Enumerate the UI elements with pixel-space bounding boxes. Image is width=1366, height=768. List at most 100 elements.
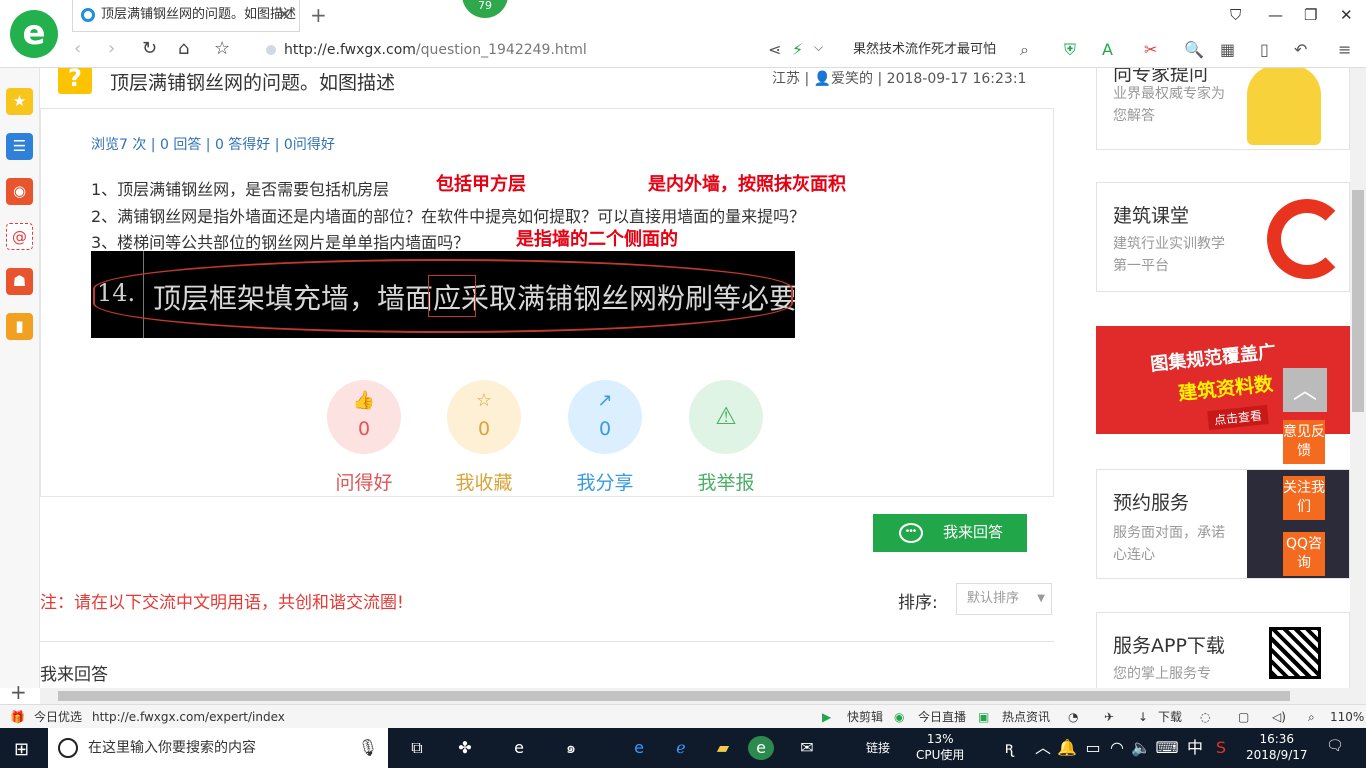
volume-icon[interactable]: 🔈 [1128, 736, 1154, 760]
undo-icon[interactable]: ↶ [1294, 40, 1307, 59]
back-to-top-button[interactable]: ︿ [1283, 368, 1327, 412]
quick-clip[interactable]: 快剪辑 [847, 705, 883, 729]
bookmark-star-icon[interactable]: ☆ [214, 38, 230, 59]
scroll-thumb[interactable] [58, 691, 1290, 701]
windows-start-icon[interactable]: ⊞ [14, 739, 29, 760]
share-icon[interactable]: ⋖ [768, 40, 781, 59]
restore-icon[interactable]: ❐ [1304, 6, 1317, 24]
divider [40, 641, 1054, 642]
back-icon[interactable]: ‹ [74, 38, 81, 59]
scroll-thumb[interactable] [1352, 190, 1364, 412]
taskbar-search[interactable]: 在这里输入你要搜索的内容 🎙 [48, 728, 388, 768]
download-icon[interactable]: ↓ [1138, 705, 1148, 729]
favorite-action[interactable]: ☆ 0 我收藏 [446, 380, 522, 495]
mail-icon[interactable]: ✉ [794, 736, 820, 760]
scissors-icon[interactable]: ✂ [1144, 40, 1157, 59]
menu-icon[interactable]: ≡ [1338, 40, 1351, 59]
like-action[interactable]: 👍 0 问得好 [326, 380, 402, 495]
speed-icon[interactable]: ◔ [1068, 705, 1078, 729]
reader-icon[interactable]: ▯ [1260, 40, 1269, 59]
internet-explorer-icon[interactable]: ℯ [668, 736, 694, 760]
translate-icon[interactable]: A [1102, 40, 1113, 59]
site-info-icon[interactable] [266, 45, 276, 55]
notes-icon[interactable]: ▮ [6, 313, 33, 340]
tray-expand-icon[interactable]: ︿ [1030, 736, 1056, 760]
game-icon[interactable]: ☗ [6, 268, 33, 295]
search-icon[interactable]: ⌕ [1020, 40, 1029, 60]
share-count: 0 [598, 418, 612, 440]
ask-expert-card[interactable]: 向专家提问 业界最权威专家为您解答 [1096, 68, 1350, 150]
building-class-card[interactable]: 建筑课堂 建筑行业实训教学第一平台 [1096, 182, 1350, 292]
report-action[interactable]: ⚠ 我举报 [688, 380, 764, 495]
browser-logo-icon[interactable]: e [10, 10, 58, 58]
app-download-card[interactable]: 服务APP下载 您的掌上服务专 [1096, 612, 1350, 688]
download-label[interactable]: 下载 [1158, 705, 1182, 729]
new-tab-icon[interactable]: + [310, 3, 327, 27]
browser-360-icon[interactable]: e [748, 736, 774, 760]
edge-icon[interactable]: e [626, 736, 652, 760]
share-action[interactable]: ↗ 0 我分享 [567, 380, 643, 495]
cpu-usage[interactable]: 13% CPU使用 [916, 731, 964, 763]
browser-tab[interactable]: 顶层满铺钢丝网的问题。如图描述 ✕ [72, 0, 300, 32]
notification-bell-icon[interactable]: 🔔 [1054, 736, 1080, 760]
appointment-title: 预约服务 [1113, 492, 1190, 514]
hot-news[interactable]: 热点资讯 [1002, 705, 1050, 729]
news-ticker[interactable]: 果然技术流作死才最可怕 [853, 38, 996, 62]
sound-icon[interactable]: ◁) [1272, 705, 1286, 729]
refresh-icon[interactable]: ↻ [142, 38, 157, 59]
address-bar[interactable]: http://e.fwxgx.com/question_1942249.html [262, 38, 762, 62]
people-icon[interactable]: ꭆ [996, 736, 1022, 760]
task-view-icon[interactable]: ⧉ [404, 736, 430, 760]
pin-icon[interactable]: ✈ [1104, 705, 1114, 729]
lightning-icon[interactable]: ⚡ [792, 40, 803, 59]
banner-link[interactable]: 点击查看 [1207, 404, 1269, 431]
star-icon: ☆ [475, 390, 493, 411]
follow-us-button[interactable]: 关注我们 [1283, 476, 1325, 520]
zoom-level[interactable]: 110% [1330, 705, 1364, 729]
notification-badge[interactable]: 79 [462, 0, 508, 18]
history-icon[interactable]: ◌ [1200, 705, 1210, 729]
chevron-down-icon[interactable]: ⌵ [814, 40, 823, 55]
cpu-label: CPU使用 [916, 748, 965, 762]
zoom-icon[interactable]: ⌕ [1308, 705, 1315, 729]
answer-button[interactable]: ••• 我来回答 [873, 514, 1027, 552]
shirt-icon[interactable]: ⛉ [1230, 6, 1241, 24]
clock-date: 2018/9/17 [1246, 748, 1308, 762]
list-icon[interactable]: ☰ [6, 133, 33, 160]
system-clock[interactable]: 16:36 2018/9/17 [1246, 731, 1308, 763]
magnifier-icon[interactable]: 🔍 [1184, 40, 1204, 59]
forward-icon[interactable]: › [108, 38, 115, 59]
close-tab-icon[interactable]: ✕ [278, 0, 291, 30]
close-window-icon[interactable]: ✕ [1340, 6, 1353, 24]
feedback-button[interactable]: 意见反馈 [1283, 420, 1325, 464]
today-live[interactable]: 今日直播 [918, 705, 966, 729]
email-icon[interactable]: @ [6, 223, 33, 250]
weibo-icon[interactable]: ◉ [6, 178, 33, 205]
add-sidebar-icon[interactable]: + [10, 680, 27, 704]
today-picks[interactable]: 今日优选 [34, 705, 82, 729]
minimize-icon[interactable]: — [1268, 6, 1283, 24]
favorites-star-icon[interactable]: ★ [6, 88, 33, 115]
fan-app-icon[interactable]: ✤ [452, 736, 478, 760]
ime-indicator[interactable]: 中 [1182, 736, 1208, 760]
battery-icon[interactable]: ▭ [1080, 736, 1106, 760]
gift-icon[interactable]: 🎁 [10, 705, 25, 729]
horizontal-scrollbar[interactable] [40, 688, 1366, 704]
keyboard-icon[interactable]: ⌨ [1154, 736, 1180, 760]
window-icon[interactable]: ▢ [1238, 705, 1249, 729]
apps-grid-icon[interactable]: ▦ [1220, 40, 1235, 59]
shield-icon[interactable]: ⛨ [1064, 40, 1076, 60]
home-icon[interactable]: ⌂ [178, 38, 189, 59]
qq-consult-button[interactable]: QQ咨询 [1283, 532, 1325, 576]
tray-link[interactable]: 链接 [866, 728, 890, 768]
vertical-scrollbar[interactable] [1350, 68, 1366, 688]
wifi-icon[interactable]: ◠ [1104, 736, 1130, 760]
microphone-icon[interactable]: 🎙 [358, 728, 378, 768]
sogou-icon[interactable]: S [1208, 736, 1234, 760]
question-image[interactable]: 14. 顶层框架填充墙，墙面应采取满铺钢丝网粉刷等必要的措施。 [91, 251, 795, 338]
action-center-icon[interactable]: 🗨 [1326, 738, 1344, 754]
sort-select[interactable]: 默认排序 ▼ [956, 583, 1052, 615]
file-explorer-icon[interactable]: ▰ [710, 736, 736, 760]
spiral-app-icon[interactable]: ๑ [558, 736, 584, 760]
ie-app-icon[interactable]: e [506, 736, 532, 760]
